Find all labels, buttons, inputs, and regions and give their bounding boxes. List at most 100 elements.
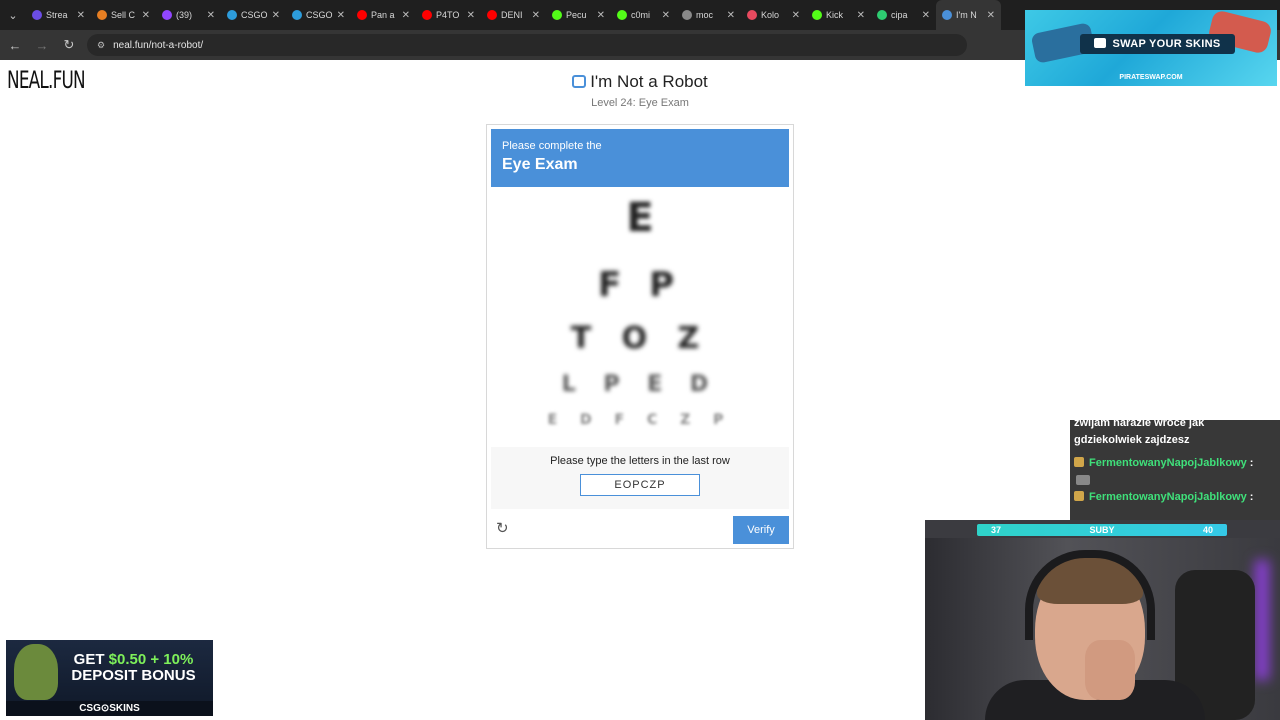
tab-close-icon[interactable]: ✕ — [597, 10, 605, 21]
browser-tab[interactable]: DENI ✕ — [481, 0, 546, 30]
captcha-header: Please complete the Eye Exam — [491, 129, 789, 187]
stream-chat-overlay: zwijam narazie wroce jak gdziekolwiek za… — [1070, 420, 1280, 520]
tab-close-icon[interactable]: ✕ — [857, 10, 865, 21]
browser-tab[interactable]: Strea ✕ — [26, 0, 91, 30]
tab-search-menu-icon[interactable]: ⌄ — [0, 0, 26, 30]
tab-strip: Strea ✕ Sell C ✕ (39) ✕ CSGO ✕ CSGO ✕ Pan a ✕ P4TO ✕ D… — [26, 0, 1001, 30]
eye-chart-row: E — [626, 195, 654, 241]
site-info-icon[interactable]: ⚙ — [97, 40, 105, 51]
tab-favicon-icon — [682, 10, 692, 20]
chat-message: gdziekolwiek zajdzesz — [1074, 434, 1190, 446]
tab-title: Kolo — [761, 10, 780, 20]
tab-title: (39) — [176, 10, 193, 20]
tab-close-icon[interactable]: ✕ — [142, 10, 150, 21]
tab-favicon-icon — [97, 10, 107, 20]
sponsor-url: PIRATESWAP.COM — [1119, 74, 1183, 81]
sponsor-slogan: SWAP YOUR SKINS — [1080, 34, 1235, 54]
page-title-text: I'm Not a Robot — [590, 72, 708, 91]
browser-tab[interactable]: Pan a ✕ — [351, 0, 416, 30]
browser-tab[interactable]: I'm N ✕ — [936, 0, 1001, 30]
tab-favicon-icon — [292, 10, 302, 20]
webcam-overlay: 37 SUBY 40 — [925, 520, 1280, 720]
tab-close-icon[interactable]: ✕ — [532, 10, 540, 21]
tab-title: moc — [696, 10, 714, 20]
tab-title: Pan a — [371, 10, 395, 20]
sub-goal-label: SUBY — [1089, 525, 1115, 535]
level-subtitle: Level 24: Eye Exam — [591, 97, 689, 109]
sub-goal-target: 40 — [1202, 525, 1213, 535]
tab-title: CSGO — [306, 10, 333, 20]
chat-bubble-icon — [1094, 38, 1107, 48]
tab-favicon-icon — [487, 10, 497, 20]
captcha-panel: Please complete the Eye Exam E F P T O Z… — [486, 124, 794, 549]
tab-close-icon[interactable]: ✕ — [662, 10, 670, 21]
eye-chart-row: L P E D — [561, 372, 719, 397]
browser-tab[interactable]: cipa ✕ — [871, 0, 936, 30]
tab-close-icon[interactable]: ✕ — [922, 10, 930, 21]
tab-close-icon[interactable]: ✕ — [987, 10, 995, 21]
tab-close-icon[interactable]: ✕ — [402, 10, 410, 21]
refresh-icon[interactable]: ↻ — [496, 521, 512, 537]
back-arrow-icon[interactable]: ← — [3, 33, 27, 57]
beer-badge-icon — [1074, 457, 1084, 467]
webcam-rgb-light — [1255, 560, 1269, 680]
tab-favicon-icon — [747, 10, 757, 20]
browser-tab[interactable]: CSGO ✕ — [221, 0, 286, 30]
webcam-hand — [1085, 640, 1135, 700]
tab-close-icon[interactable]: ✕ — [77, 10, 85, 21]
browser-tab[interactable]: P4TO ✕ — [416, 0, 481, 30]
tab-title: I'm N — [956, 10, 977, 20]
tab-title: cipa — [891, 10, 908, 20]
url-field[interactable]: ⚙ neal.fun/not-a-robot/ — [87, 34, 967, 56]
tab-close-icon[interactable]: ✕ — [727, 10, 735, 21]
tab-title: Kick — [826, 10, 844, 20]
tab-title: Sell C — [111, 10, 136, 20]
verify-button[interactable]: Verify — [733, 516, 789, 544]
sponsor-banner-top: SWAP YOUR SKINS PIRATESWAP.COM — [1025, 10, 1277, 86]
eye-chart-row: E D F C Z P — [547, 412, 733, 428]
eye-chart-row: T O Z — [570, 321, 710, 356]
tab-favicon-icon — [942, 10, 952, 20]
captcha-task-title: Eye Exam — [502, 156, 578, 173]
tab-favicon-icon — [227, 10, 237, 20]
eye-chart-row: F P — [598, 265, 682, 305]
tab-favicon-icon — [162, 10, 172, 20]
reload-icon[interactable]: ↻ — [57, 33, 81, 57]
tab-title: CSGO — [241, 10, 268, 20]
browser-tab[interactable]: moc ✕ — [676, 0, 741, 30]
tab-title: Pecu — [566, 10, 587, 20]
tab-favicon-icon — [877, 10, 887, 20]
browser-tab[interactable]: (39) ✕ — [156, 0, 221, 30]
chat-message: zwijam narazie wroce jak — [1074, 420, 1205, 429]
sponsor-banner-bottom: GET $0.50 + 10% DEPOSIT BONUS CSG⊙SKINS — [6, 640, 213, 716]
tab-close-icon[interactable]: ✕ — [272, 10, 280, 21]
browser-tab[interactable]: Kick ✕ — [806, 0, 871, 30]
forward-arrow-icon[interactable]: → — [30, 33, 54, 57]
tab-title: c0mi — [631, 10, 651, 20]
answer-prompt: Please type the letters in the last row — [550, 455, 730, 467]
chat-username: FermentowanyNapojJablkowy : — [1074, 491, 1253, 503]
browser-tab[interactable]: Kolo ✕ — [741, 0, 806, 30]
answer-input[interactable] — [580, 474, 700, 496]
tab-close-icon[interactable]: ✕ — [207, 10, 215, 21]
beer-badge-icon — [1074, 491, 1084, 501]
tab-favicon-icon — [812, 10, 822, 20]
mascot-graphic — [14, 644, 58, 700]
eye-chart: E F P T O Z L P E D E D F C Z P — [491, 187, 789, 445]
browser-tab[interactable]: CSGO ✕ — [286, 0, 351, 30]
browser-tab[interactable]: Pecu ✕ — [546, 0, 611, 30]
tab-favicon-icon — [552, 10, 562, 20]
answer-area: Please type the letters in the last row — [491, 447, 789, 509]
url-text: neal.fun/not-a-robot/ — [113, 39, 204, 51]
captcha-instruction: Please complete the — [502, 140, 602, 152]
tab-close-icon[interactable]: ✕ — [467, 10, 475, 21]
bonus-text: GET $0.50 + 10% DEPOSIT BONUS — [71, 651, 196, 684]
tab-close-icon[interactable]: ✕ — [337, 10, 345, 21]
tab-close-icon[interactable]: ✕ — [792, 10, 800, 21]
chat-emote-icon — [1076, 475, 1090, 485]
robot-icon — [572, 75, 587, 88]
browser-tab[interactable]: Sell C ✕ — [91, 0, 156, 30]
sub-goal-bar: 37 SUBY 40 — [977, 524, 1227, 536]
browser-tab[interactable]: c0mi ✕ — [611, 0, 676, 30]
tab-favicon-icon — [357, 10, 367, 20]
